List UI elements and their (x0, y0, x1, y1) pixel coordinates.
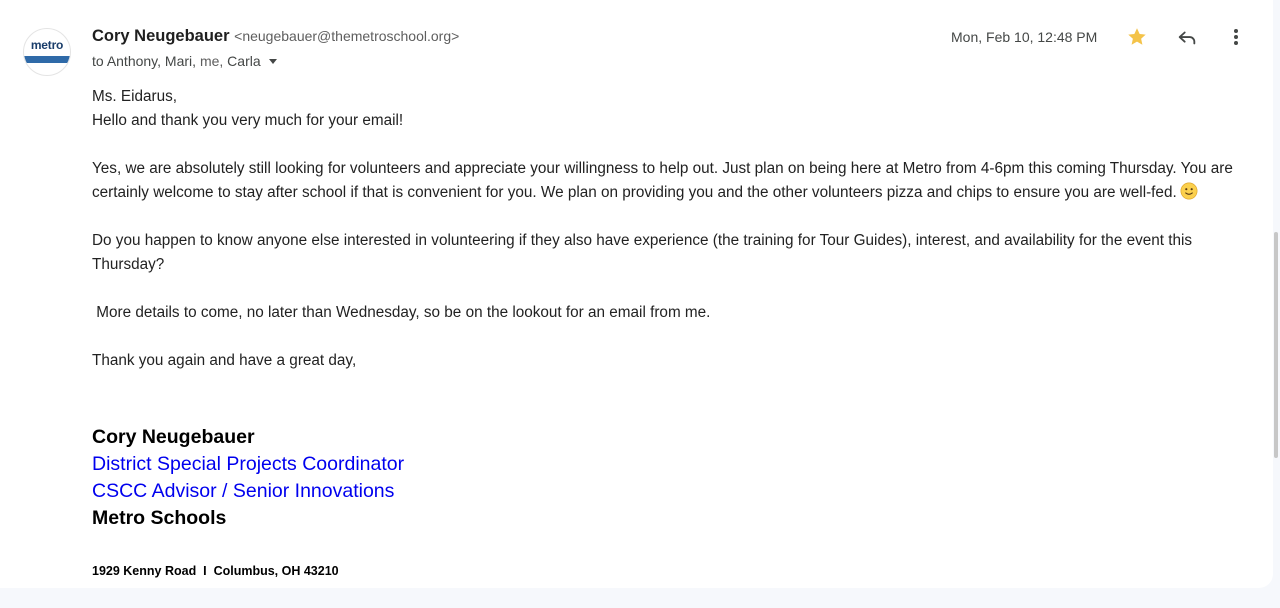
avatar-logo-band (24, 56, 70, 63)
recipients-line: to Anthony, Mari, me, Carla (92, 53, 277, 69)
reply-icon[interactable] (1176, 27, 1198, 49)
closing-line: Thank you again and have a great day, (92, 352, 357, 369)
signature-organization: Metro Schools (92, 507, 227, 529)
recipients-after-me: Carla (227, 53, 261, 69)
email-body: Ms. Eidarus, Hello and thank you very mu… (92, 85, 1252, 373)
signature-title-1: District Special Projects Coordinator (92, 453, 405, 475)
recipient-me: me, (199, 53, 224, 69)
sender-email: <neugebauer@themetroschool.org> (234, 28, 460, 44)
body-paragraph-3: More details to come, no later than Wedn… (92, 304, 711, 321)
slightly-smiling-face-icon (1180, 182, 1198, 200)
email-date: Mon, Feb 10, 12:48 PM (951, 29, 1098, 45)
show-details-chevron-down-icon[interactable] (268, 59, 277, 64)
signature-title-2: CSCC Advisor / Senior Innovations (92, 480, 395, 502)
email-message-card: metro Cory Neugebauer <neugebauer@themet… (0, 0, 1273, 588)
sender-avatar[interactable]: metro (23, 28, 71, 76)
star-icon[interactable] (1126, 26, 1148, 48)
to-prefix: to (92, 53, 104, 69)
body-paragraph-1: Yes, we are absolutely still looking for… (92, 157, 1252, 205)
recipients-before-me: Anthony, Mari, (106, 53, 197, 69)
body-paragraph-1-text: Yes, we are absolutely still looking for… (92, 160, 1233, 201)
email-signature: Cory Neugebauer District Special Project… (92, 424, 404, 532)
sender-name[interactable]: Cory Neugebauer (92, 27, 230, 45)
more-vert-icon[interactable] (1226, 26, 1246, 48)
page-scrollbar[interactable] (1274, 232, 1278, 458)
body-line1: Hello and thank you very much for your e… (92, 112, 404, 129)
body-paragraph-2: Do you happen to know anyone else intere… (92, 232, 1193, 273)
avatar-logo-text: metro (30, 38, 64, 52)
signature-address: 1929 Kenny Road I Columbus, OH 43210 (92, 564, 339, 578)
greeting: Ms. Eidarus, (92, 88, 178, 105)
sender-line: Cory Neugebauer <neugebauer@themetroscho… (92, 27, 459, 46)
signature-name: Cory Neugebauer (92, 426, 255, 448)
